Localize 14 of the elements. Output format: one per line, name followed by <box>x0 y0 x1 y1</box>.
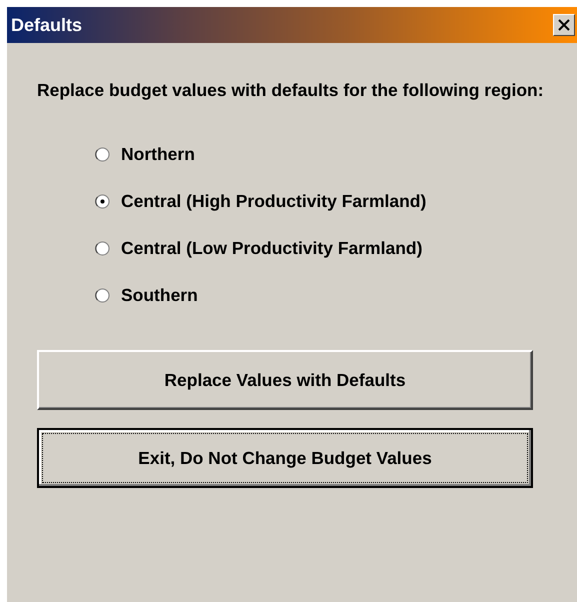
radio-button[interactable] <box>95 240 110 256</box>
instruction-text: Replace budget values with defaults for the following region: <box>37 79 545 102</box>
radio-button[interactable] <box>95 194 110 208</box>
region-option[interactable]: Southern <box>95 283 577 307</box>
region-option[interactable]: Central (High Productivity Farmland) <box>95 189 577 213</box>
region-option[interactable]: Central (Low Productivity Farmland) <box>95 236 577 260</box>
close-button[interactable] <box>553 14 575 36</box>
close-icon <box>558 19 570 31</box>
window-title: Defaults <box>11 14 82 36</box>
radio-button[interactable] <box>95 146 110 162</box>
region-option[interactable]: Northern <box>95 142 577 166</box>
dialog-button[interactable]: Exit, Do Not Change Budget Values <box>37 428 533 488</box>
dialog-button[interactable]: Replace Values with Defaults <box>37 350 533 410</box>
radio-button[interactable] <box>95 288 110 302</box>
